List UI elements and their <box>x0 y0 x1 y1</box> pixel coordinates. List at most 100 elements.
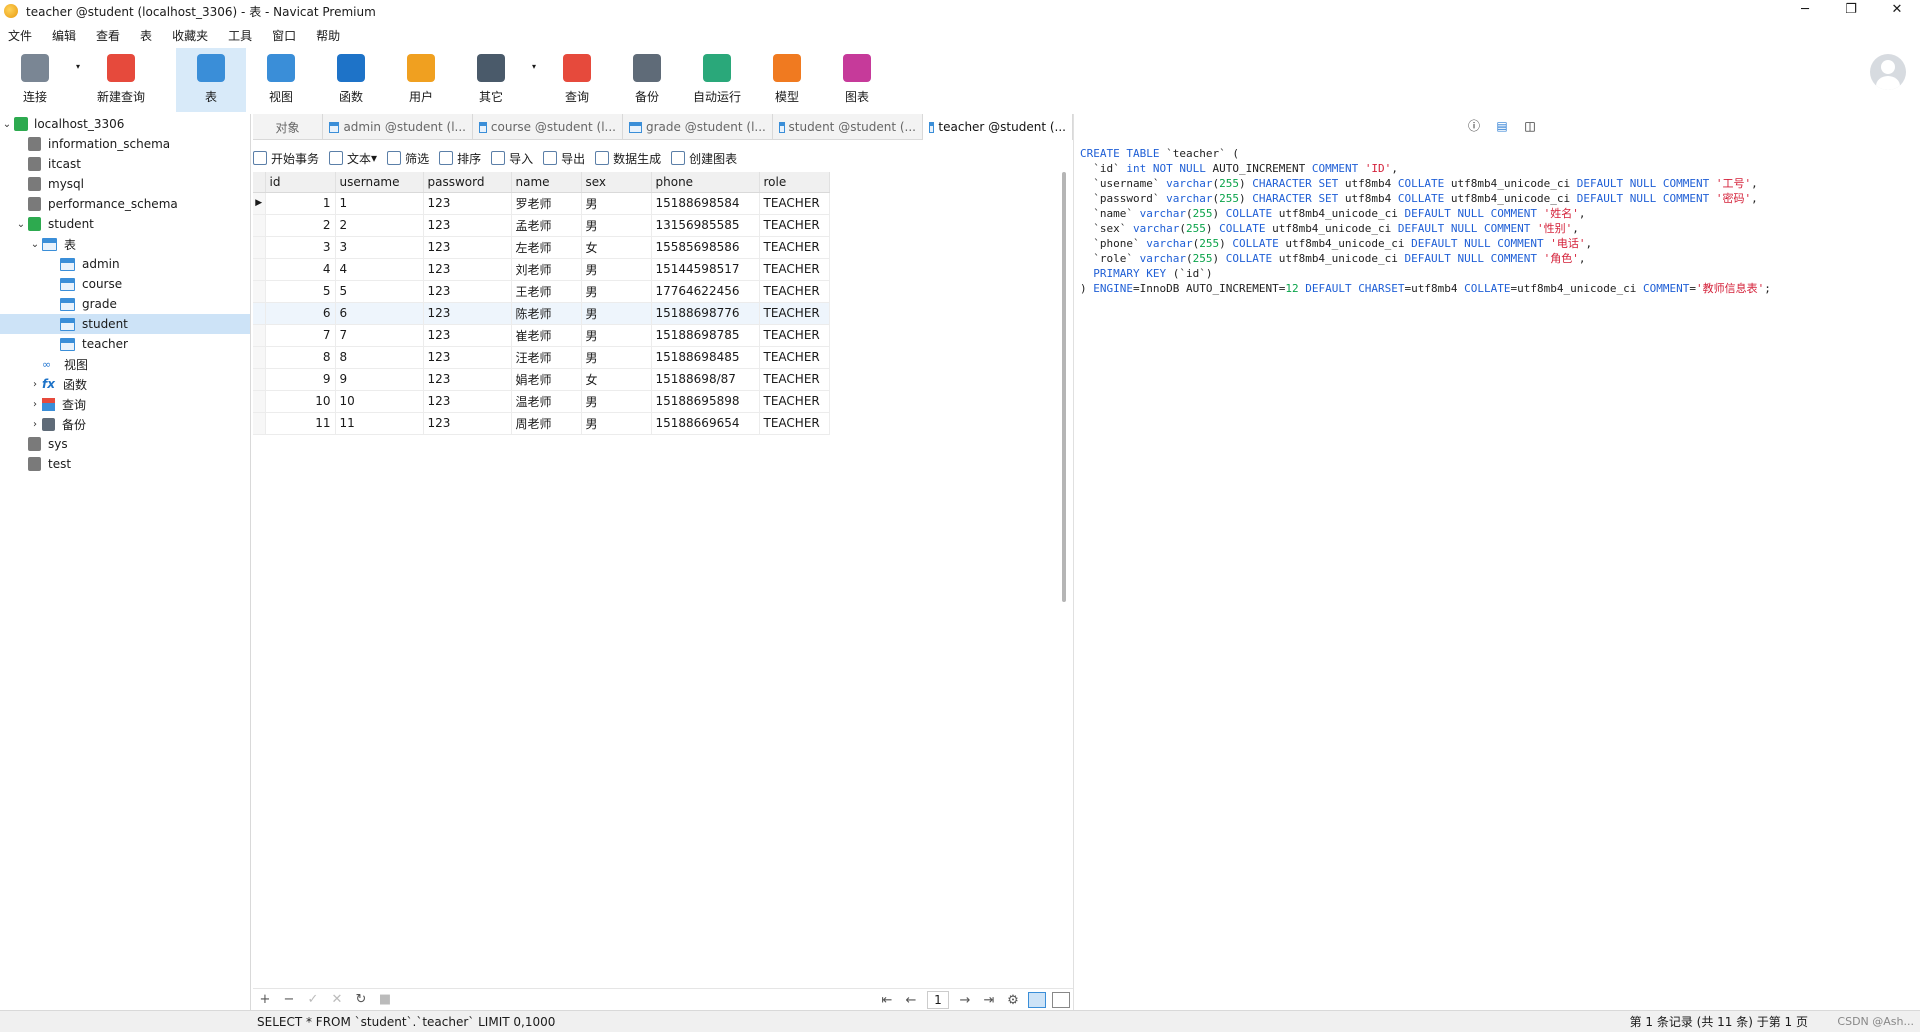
cell-phone[interactable]: 13156985585 <box>651 214 760 237</box>
column-header-id[interactable]: id <box>265 172 336 193</box>
cell-username[interactable]: 1 <box>335 192 424 215</box>
cell-username[interactable]: 10 <box>335 390 424 413</box>
cell-role[interactable]: TEACHER <box>759 390 830 413</box>
cell-role[interactable]: TEACHER <box>759 280 830 303</box>
cell-sex[interactable]: 男 <box>581 214 652 237</box>
cell-name[interactable]: 温老师 <box>511 390 582 413</box>
cell-name[interactable]: 王老师 <box>511 280 582 303</box>
cell-id[interactable]: 8 <box>265 346 336 369</box>
minimize-button[interactable]: ─ <box>1782 0 1828 22</box>
tab-0[interactable]: 对象 <box>253 114 323 140</box>
row-indicator[interactable] <box>253 236 266 259</box>
tree-table-item[interactable]: student <box>0 314 250 334</box>
tree-tables-folder[interactable]: ⌄ 表 <box>0 234 250 254</box>
menu-edit[interactable]: 编辑 <box>44 26 88 46</box>
cell-sex[interactable]: 女 <box>581 236 652 259</box>
table-row[interactable]: 7 7 123 崔老师男 15188698785 TEACHER <box>253 324 830 347</box>
tree-db-item[interactable]: information_schema <box>0 134 250 154</box>
ddl-icon[interactable]: ▤ <box>1494 118 1510 134</box>
cell-password[interactable]: 123 <box>423 368 512 391</box>
toolbar-user-button[interactable]: 用户 <box>386 48 456 112</box>
cell-phone[interactable]: 15188695898 <box>651 390 760 413</box>
tree-table-item[interactable]: grade <box>0 294 250 314</box>
toolbar-function-button[interactable]: 函数 <box>316 48 386 112</box>
row-indicator[interactable] <box>253 368 266 391</box>
cell-id[interactable]: 3 <box>265 236 336 259</box>
cell-password[interactable]: 123 <box>423 192 512 215</box>
cell-password[interactable]: 123 <box>423 214 512 237</box>
cell-password[interactable]: 123 <box>423 280 512 303</box>
cell-name[interactable]: 陈老师 <box>511 302 582 325</box>
cell-name[interactable]: 周老师 <box>511 412 582 435</box>
expand-icon[interactable]: › <box>28 399 42 410</box>
split-view-icon[interactable]: ◫ <box>1522 118 1538 134</box>
cell-username[interactable]: 7 <box>335 324 424 347</box>
cell-phone[interactable]: 15144598517 <box>651 258 760 281</box>
cell-password[interactable]: 123 <box>423 412 512 435</box>
column-header-role[interactable]: role <box>759 172 830 193</box>
cell-id[interactable]: 1 <box>265 192 336 215</box>
tree-db-student[interactable]: ⌄ student <box>0 214 250 234</box>
cell-username[interactable]: 8 <box>335 346 424 369</box>
cell-username[interactable]: 6 <box>335 302 424 325</box>
user-avatar-icon[interactable] <box>1870 54 1906 90</box>
tree-functions-folder[interactable]: › fx 函数 <box>0 374 250 394</box>
cell-password[interactable]: 123 <box>423 236 512 259</box>
tree-db-item[interactable]: sys <box>0 434 250 454</box>
tab-5[interactable]: teacher @student (... <box>923 114 1073 140</box>
cell-username[interactable]: 2 <box>335 214 424 237</box>
cell-username[interactable]: 5 <box>335 280 424 303</box>
cell-password[interactable]: 123 <box>423 302 512 325</box>
toolbar-tools-button[interactable]: 其它 <box>456 48 526 112</box>
export-button[interactable]: 导出 <box>543 150 585 167</box>
toolbar-chart-button[interactable]: 图表 <box>822 48 892 112</box>
tab-1[interactable]: admin @student (l... <box>323 114 473 140</box>
cell-password[interactable]: 123 <box>423 390 512 413</box>
cell-role[interactable]: TEACHER <box>759 214 830 237</box>
column-header-username[interactable]: username <box>335 172 424 193</box>
row-indicator[interactable] <box>253 258 266 281</box>
cell-sex[interactable]: 男 <box>581 390 652 413</box>
menu-favorites[interactable]: 收藏夹 <box>164 26 220 46</box>
column-header-name[interactable]: name <box>511 172 582 193</box>
cell-sex[interactable]: 男 <box>581 280 652 303</box>
create-chart-button[interactable]: 创建图表 <box>671 150 737 167</box>
tree-views-folder[interactable]: ∞ 视图 <box>0 354 250 374</box>
tree-db-item[interactable]: test <box>0 454 250 474</box>
cell-role[interactable]: TEACHER <box>759 192 830 215</box>
cell-role[interactable]: TEACHER <box>759 302 830 325</box>
cell-id[interactable]: 4 <box>265 258 336 281</box>
chevron-down-icon[interactable]: ▾ <box>371 151 377 165</box>
menu-help[interactable]: 帮助 <box>308 26 352 46</box>
table-row[interactable]: 2 2 123 孟老师男 13156985585 TEACHER <box>253 214 830 237</box>
column-header-sex[interactable]: sex <box>581 172 652 193</box>
menu-table[interactable]: 表 <box>132 26 164 46</box>
sort-button[interactable]: 排序 <box>439 150 481 167</box>
cell-role[interactable]: TEACHER <box>759 346 830 369</box>
cell-password[interactable]: 123 <box>423 346 512 369</box>
toolbar-table-button[interactable]: 表 <box>176 48 246 112</box>
cell-sex[interactable]: 男 <box>581 346 652 369</box>
tree-db-item[interactable]: mysql <box>0 174 250 194</box>
toolbar-view-button[interactable]: 视图 <box>246 48 316 112</box>
row-indicator[interactable] <box>253 346 266 369</box>
cell-id[interactable]: 7 <box>265 324 336 347</box>
cell-role[interactable]: TEACHER <box>759 412 830 435</box>
toolbar-backup-button[interactable]: 备份 <box>612 48 682 112</box>
tree-table-item[interactable]: course <box>0 274 250 294</box>
row-indicator[interactable] <box>253 214 266 237</box>
cell-phone[interactable]: 15188698584 <box>651 192 760 215</box>
cell-name[interactable]: 刘老师 <box>511 258 582 281</box>
collapse-icon[interactable]: ⌄ <box>14 219 28 230</box>
cell-role[interactable]: TEACHER <box>759 258 830 281</box>
stop-button[interactable]: ■ <box>373 992 397 1007</box>
collapse-icon[interactable]: ⌄ <box>28 239 42 250</box>
tree-queries-folder[interactable]: › 查询 <box>0 394 250 414</box>
menu-view[interactable]: 查看 <box>88 26 132 46</box>
menu-file[interactable]: 文件 <box>0 26 44 46</box>
cell-phone[interactable]: 15188669654 <box>651 412 760 435</box>
row-indicator[interactable]: ▶ <box>253 192 266 215</box>
close-button[interactable]: ✕ <box>1874 0 1920 22</box>
grid-scrollbar[interactable] <box>1062 172 1066 602</box>
text-button[interactable]: 文本 ▾ <box>329 150 377 167</box>
